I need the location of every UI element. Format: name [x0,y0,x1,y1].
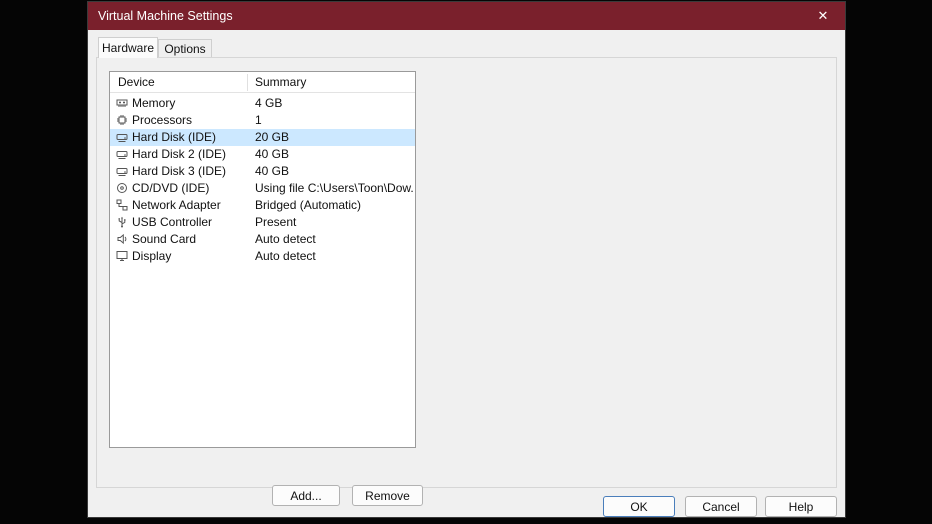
hard-disk-icon [116,165,128,177]
device-row-processors[interactable]: Processors 1 [110,112,415,129]
device-row-hard-disk-1[interactable]: Hard Disk (IDE) 20 GB [110,129,415,146]
virtual-machine-settings-dialog: Virtual Machine Settings ✕ Hardware Opti… [88,2,845,517]
network-adapter-icon [116,199,128,211]
screen-background: Virtual Machine Settings ✕ Hardware Opti… [0,0,932,524]
title-bar[interactable]: Virtual Machine Settings ✕ [88,2,845,30]
column-divider [247,74,248,91]
close-icon: ✕ [817,8,829,23]
column-header-device: Device [118,75,155,89]
usb-controller-icon [116,216,128,228]
device-list-header: Device Summary [110,72,415,93]
device-rows: Memory 4 GB Processors 1 Hard Disk (IDE)… [110,95,415,265]
processor-icon [116,114,128,126]
device-row-hard-disk-2[interactable]: Hard Disk 2 (IDE) 40 GB [110,146,415,163]
tab-options[interactable]: Options [158,39,212,57]
tab-page: Device Summary Memory 4 GB Processors 1 … [96,57,837,506]
cancel-button[interactable]: Cancel [685,496,757,517]
hard-disk-icon [116,131,128,143]
display-icon [116,250,128,262]
memory-icon [116,97,128,109]
remove-device-button[interactable]: Remove [352,485,423,506]
device-row-memory[interactable]: Memory 4 GB [110,95,415,112]
close-button[interactable]: ✕ [801,2,845,30]
device-row-cd-dvd[interactable]: CD/DVD (IDE) Using file C:\Users\Toon\Do… [110,180,415,197]
ok-button[interactable]: OK [603,496,675,517]
device-row-sound-card[interactable]: Sound Card Auto detect [110,231,415,248]
device-row-network-adapter[interactable]: Network Adapter Bridged (Automatic) [110,197,415,214]
tab-hardware[interactable]: Hardware [98,37,158,58]
cd-dvd-icon [116,182,128,194]
hard-disk-icon [116,148,128,160]
device-row-usb-controller[interactable]: USB Controller Present [110,214,415,231]
add-device-button[interactable]: Add... [272,485,340,506]
sound-card-icon [116,233,128,245]
window-title: Virtual Machine Settings [98,9,233,23]
dialog-body: Hardware Options Device Summary Memory 4 [88,30,845,517]
device-row-hard-disk-3[interactable]: Hard Disk 3 (IDE) 40 GB [110,163,415,180]
help-button[interactable]: Help [765,496,837,517]
device-list: Device Summary Memory 4 GB Processors 1 … [109,71,416,448]
column-header-summary: Summary [255,75,307,89]
device-row-display[interactable]: Display Auto detect [110,248,415,265]
